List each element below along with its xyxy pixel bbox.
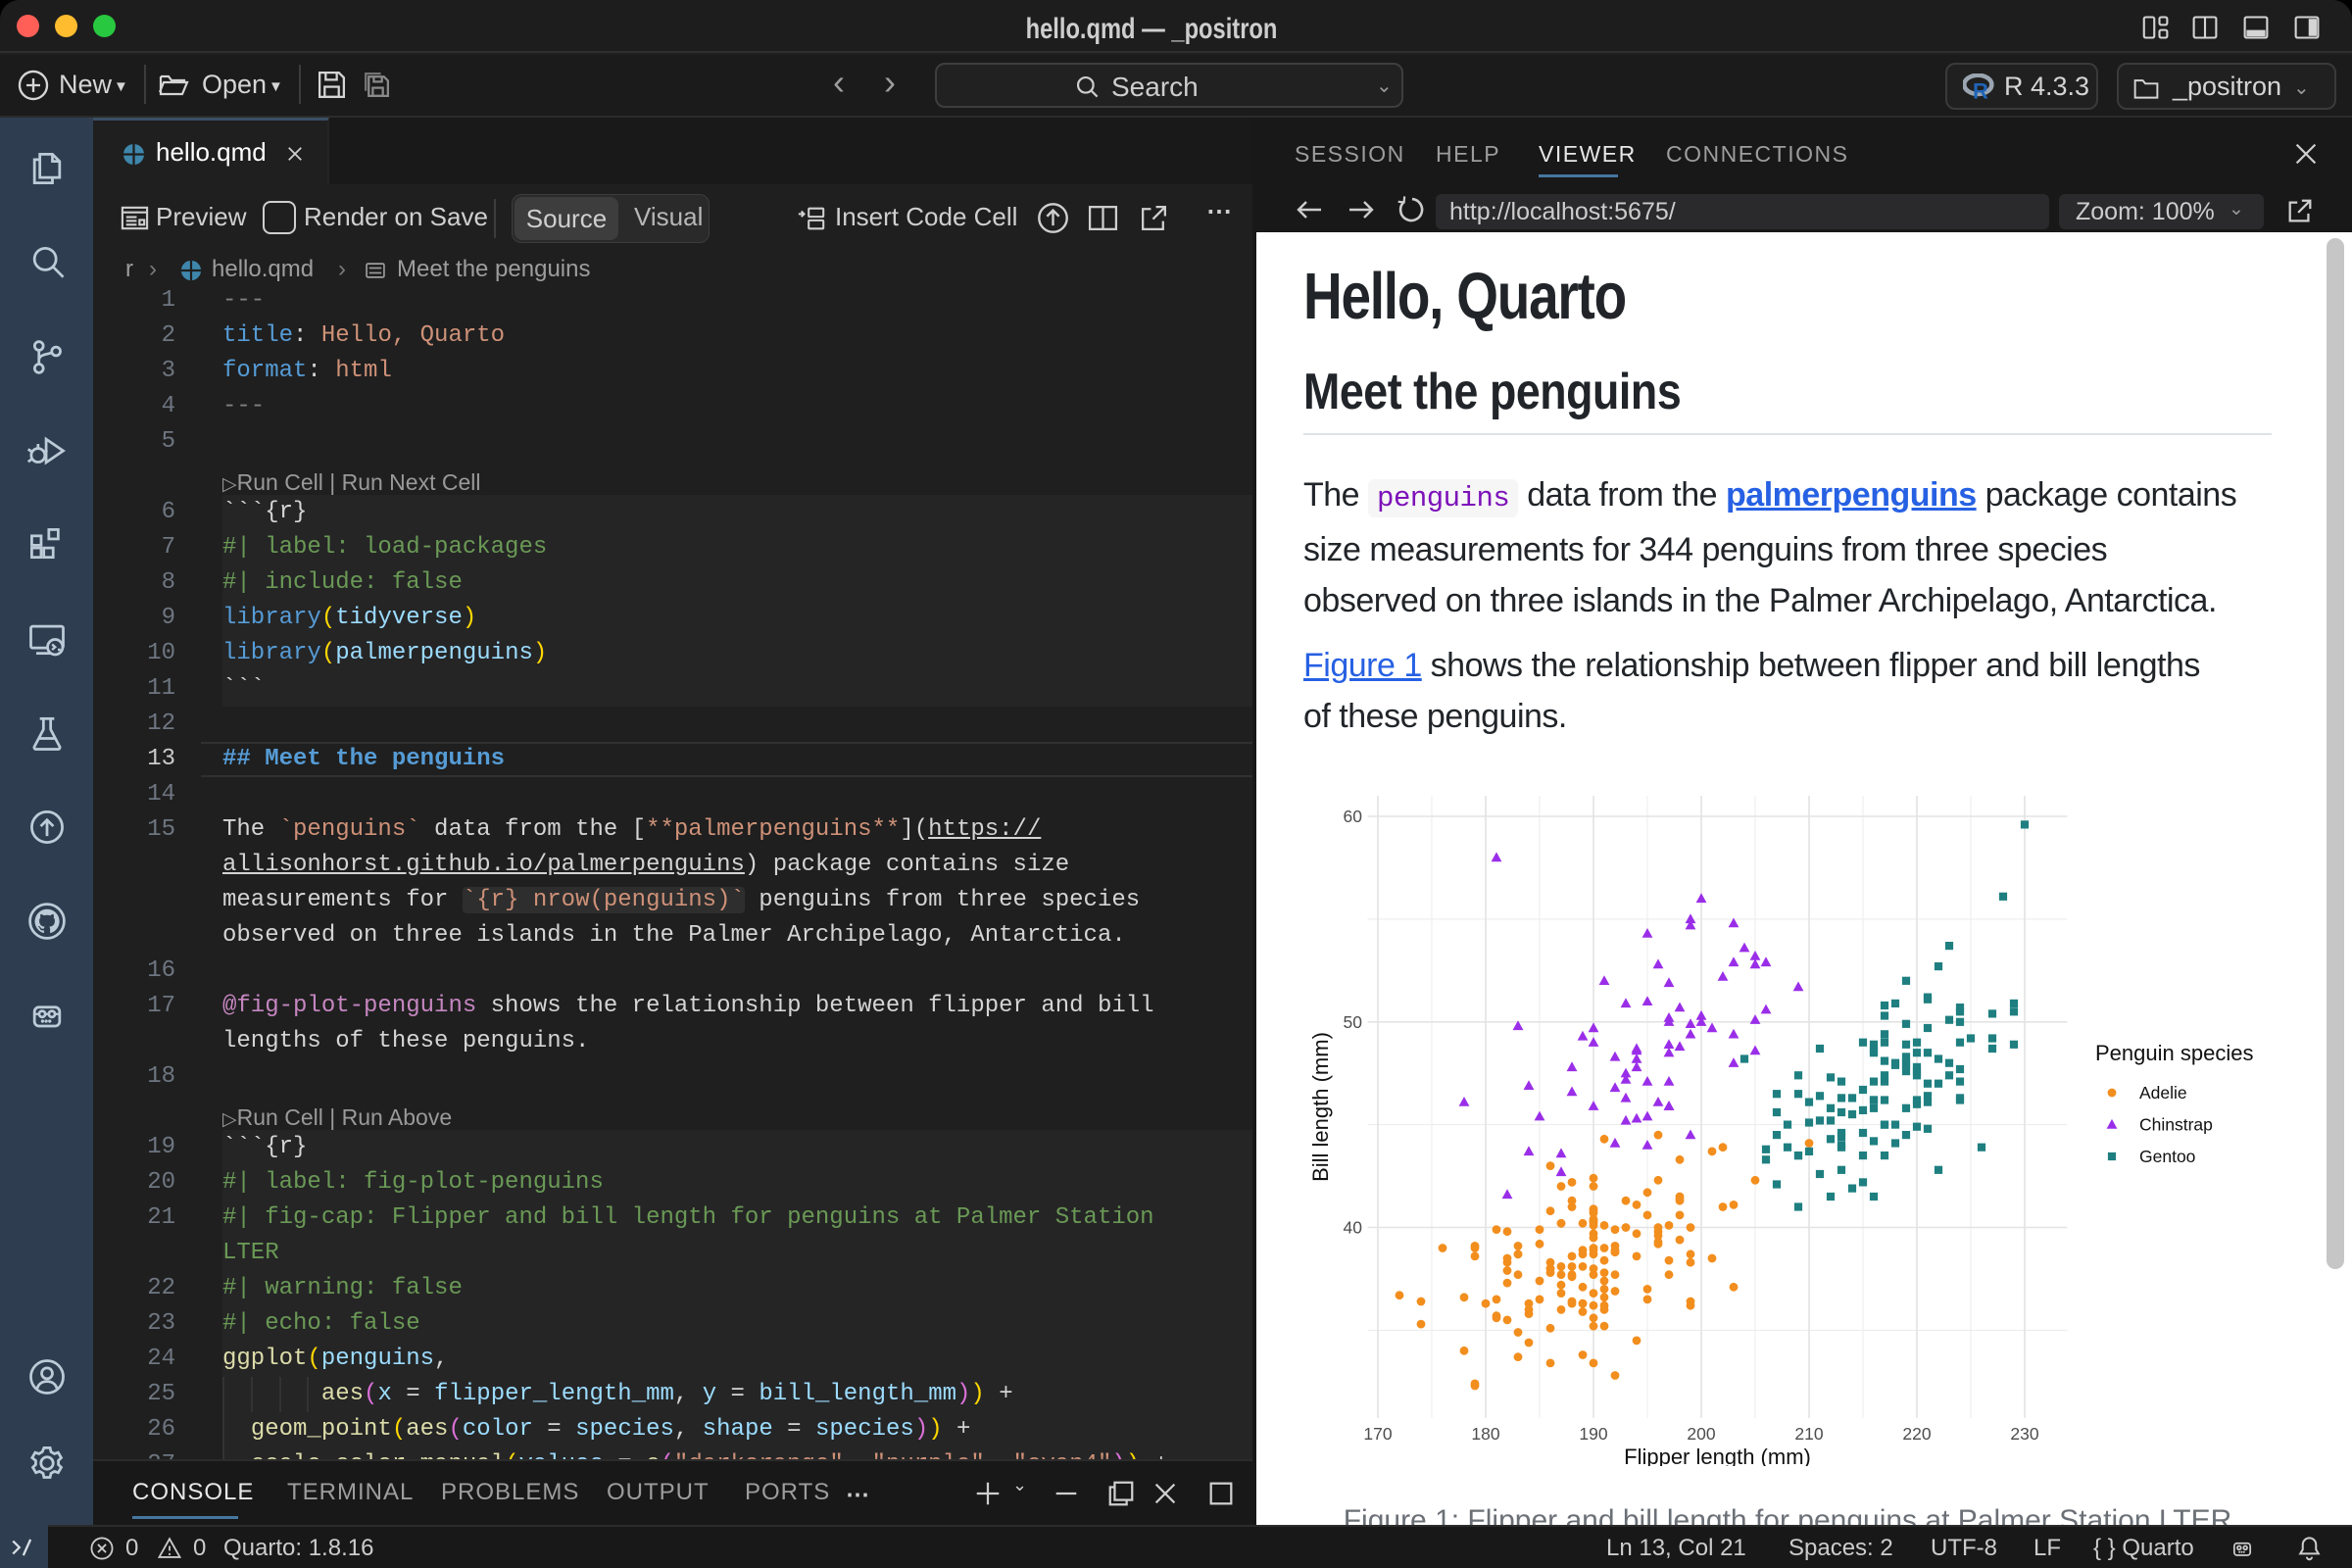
svg-text:230: 230	[2010, 1424, 2038, 1444]
svg-text:Flipper length (mm): Flipper length (mm)	[1624, 1445, 1811, 1466]
svg-text:Bill length (mm): Bill length (mm)	[1308, 1032, 1333, 1182]
svg-text:50: 50	[1344, 1012, 1363, 1032]
svg-text:210: 210	[1794, 1424, 1823, 1444]
svg-text:40: 40	[1344, 1218, 1363, 1238]
svg-text:Chinstrap: Chinstrap	[2139, 1115, 2213, 1135]
svg-text:Gentoo: Gentoo	[2139, 1147, 2195, 1166]
svg-text:190: 190	[1579, 1424, 1607, 1444]
svg-text:220: 220	[1902, 1424, 1931, 1444]
svg-text:R: R	[1973, 78, 1988, 99]
svg-text:Penguin species: Penguin species	[2095, 1041, 2253, 1065]
svg-text:60: 60	[1344, 807, 1363, 826]
svg-text:200: 200	[1687, 1424, 1715, 1444]
svg-text:170: 170	[1363, 1424, 1392, 1444]
svg-text:180: 180	[1471, 1424, 1499, 1444]
svg-text:Adelie: Adelie	[2139, 1083, 2187, 1102]
